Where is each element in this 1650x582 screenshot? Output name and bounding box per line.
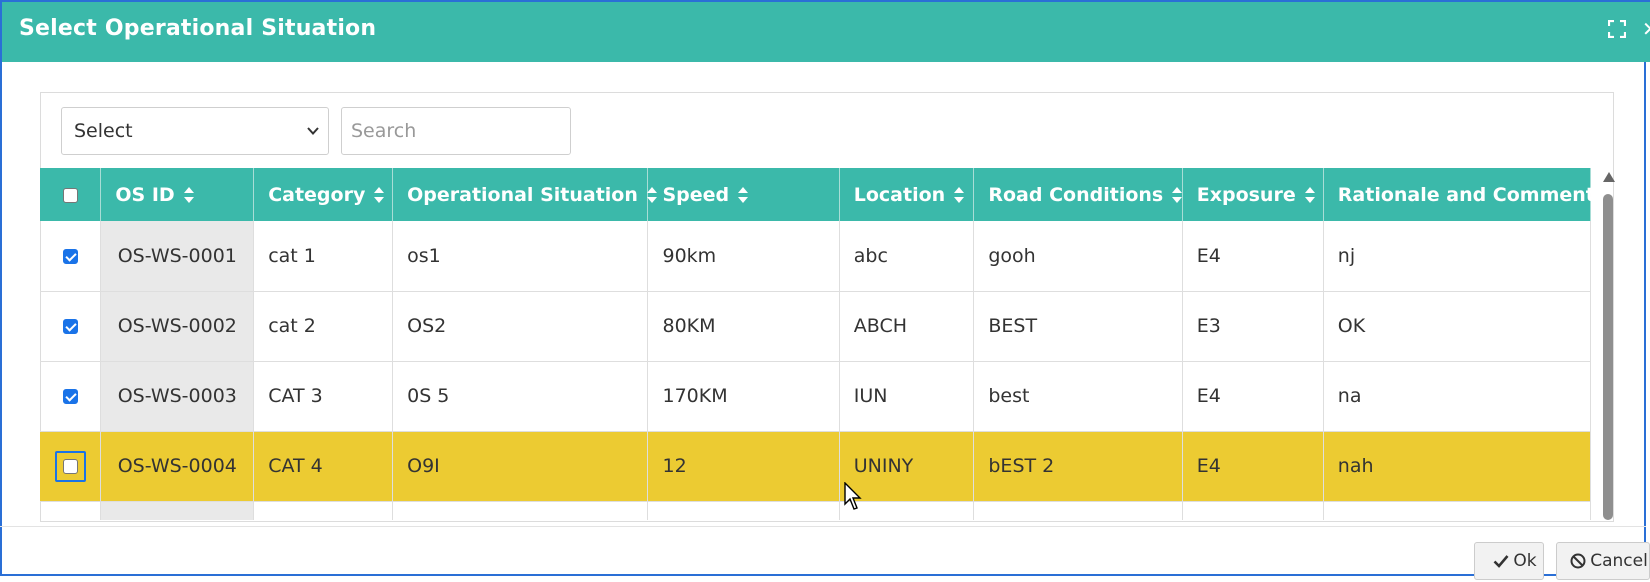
row-checkbox[interactable]: [62, 248, 78, 264]
situation-cell: 0S 5: [392, 361, 649, 432]
location-cell: IUN: [839, 361, 975, 432]
situation-cell: [392, 501, 649, 520]
os-id-cell: [100, 501, 255, 520]
select-all-cell: [40, 168, 102, 221]
exposure-cell: [1182, 501, 1324, 520]
os-id-cell: OS-WS-0001: [100, 221, 255, 292]
column-header-operational-situation[interactable]: Operational Situation: [392, 168, 657, 221]
scroll-up-arrow-icon[interactable]: [1603, 172, 1615, 182]
column-header-label: Category: [268, 183, 366, 206]
check-icon: [1493, 555, 1509, 568]
speed-cell: 12: [647, 431, 840, 502]
category-cell: cat 1: [253, 221, 394, 292]
category-cell: CAT 4: [253, 431, 394, 502]
column-header-label: Operational Situation: [407, 183, 638, 206]
road-conditions-cell: best: [973, 361, 1183, 432]
location-cell: abc: [839, 221, 975, 292]
column-header-rationale[interactable]: Rationale and Comments: [1323, 168, 1591, 221]
dialog-title: Select Operational Situation: [19, 16, 377, 41]
road-conditions-cell: bEST 2: [973, 431, 1183, 502]
sort-icon: [183, 187, 194, 203]
sort-icon: [1172, 187, 1183, 203]
ban-icon: [1570, 553, 1586, 569]
ok-button-label: Ok: [1513, 551, 1537, 571]
exposure-cell: E4: [1182, 221, 1324, 292]
column-header-label: Exposure: [1196, 183, 1296, 206]
chevron-down-icon: [307, 127, 319, 135]
column-header-label: Road Conditions: [988, 183, 1164, 206]
column-header-label: Rationale and Comments: [1337, 183, 1591, 206]
column-header-label: Speed: [662, 183, 730, 206]
table-row[interactable]: OS-WS-0002 cat 2 OS2 80KM ABCH BEST E3 O…: [40, 291, 1591, 362]
row-checkbox[interactable]: [62, 458, 78, 474]
cancel-button-label: Cancel: [1590, 551, 1648, 571]
mouse-cursor-icon: [844, 482, 862, 510]
situation-cell: OS2: [392, 291, 649, 362]
select-all-checkbox[interactable]: [62, 187, 78, 203]
situation-cell: os1: [392, 221, 649, 292]
road-conditions-cell: gooh: [973, 221, 1183, 292]
location-cell: ABCH: [839, 291, 975, 362]
row-select-cell: [40, 291, 102, 362]
column-header-category[interactable]: Category: [253, 168, 394, 221]
column-header-location[interactable]: Location: [839, 168, 975, 221]
speed-cell: [647, 501, 840, 520]
exposure-cell: E3: [1182, 291, 1324, 362]
speed-cell: 170KM: [647, 361, 840, 432]
column-header-label: OS ID: [115, 183, 175, 206]
speed-cell: 80KM: [647, 291, 840, 362]
exposure-cell: E4: [1182, 431, 1324, 502]
ok-button[interactable]: Ok: [1474, 542, 1544, 580]
rationale-cell: OK: [1323, 291, 1591, 362]
os-id-cell: OS-WS-0003: [100, 361, 255, 432]
sort-icon: [1304, 187, 1315, 203]
row-checkbox[interactable]: [62, 389, 78, 404]
row-checkbox[interactable]: [62, 319, 78, 334]
road-conditions-cell: [973, 501, 1183, 520]
row-checkbox-focus-ring: [54, 450, 86, 482]
category-cell: cat 2: [253, 291, 394, 362]
os-id-cell: OS-WS-0004: [100, 431, 255, 502]
search-input[interactable]: [341, 107, 571, 155]
scrollbar-thumb[interactable]: [1603, 194, 1613, 520]
column-header-speed[interactable]: Speed: [647, 168, 840, 221]
rationale-cell: [1323, 501, 1591, 520]
category-cell: CAT 3: [253, 361, 394, 432]
filter-select-value: Select: [74, 120, 133, 142]
sort-icon: [954, 187, 965, 203]
row-select-cell: [40, 361, 102, 432]
expand-icon[interactable]: [1608, 20, 1626, 38]
column-header-exposure[interactable]: Exposure: [1182, 168, 1324, 221]
close-icon[interactable]: ✕: [1642, 19, 1650, 40]
table-row[interactable]: [40, 501, 1591, 520]
row-select-cell: [40, 221, 102, 292]
dialog-titlebar: Select Operational Situation ✕: [0, 0, 1650, 62]
column-header-label: Location: [853, 183, 946, 206]
rationale-cell: nj: [1323, 221, 1591, 292]
row-select-cell: [40, 431, 102, 502]
rationale-cell: nah: [1323, 431, 1591, 502]
category-cell: [253, 501, 394, 520]
table-header-row: OS ID Category Operational Situation Spe…: [40, 168, 1591, 221]
filter-select[interactable]: Select: [61, 107, 329, 155]
table-row[interactable]: OS-WS-0001 cat 1 os1 90km abc gooh E4 nj: [40, 221, 1591, 292]
footer-divider: [0, 526, 1646, 527]
sort-icon: [646, 187, 657, 203]
exposure-cell: E4: [1182, 361, 1324, 432]
speed-cell: 90km: [647, 221, 840, 292]
road-conditions-cell: BEST: [973, 291, 1183, 362]
os-table: OS ID Category Operational Situation Spe…: [40, 168, 1591, 520]
table-row[interactable]: OS-WS-0003 CAT 3 0S 5 170KM IUN best E4 …: [40, 361, 1591, 432]
column-header-road-conditions[interactable]: Road Conditions: [973, 168, 1183, 221]
rationale-cell: na: [1323, 361, 1591, 432]
table-row-highlighted[interactable]: OS-WS-0004 CAT 4 O9I 12 UNINY bEST 2 E4 …: [40, 431, 1591, 502]
os-id-cell: OS-WS-0002: [100, 291, 255, 362]
sort-icon: [374, 187, 385, 203]
row-select-cell: [40, 501, 102, 520]
sort-icon: [738, 187, 749, 203]
cancel-button[interactable]: Cancel: [1556, 542, 1650, 580]
column-header-os-id[interactable]: OS ID: [100, 168, 255, 221]
situation-cell: O9I: [392, 431, 649, 502]
